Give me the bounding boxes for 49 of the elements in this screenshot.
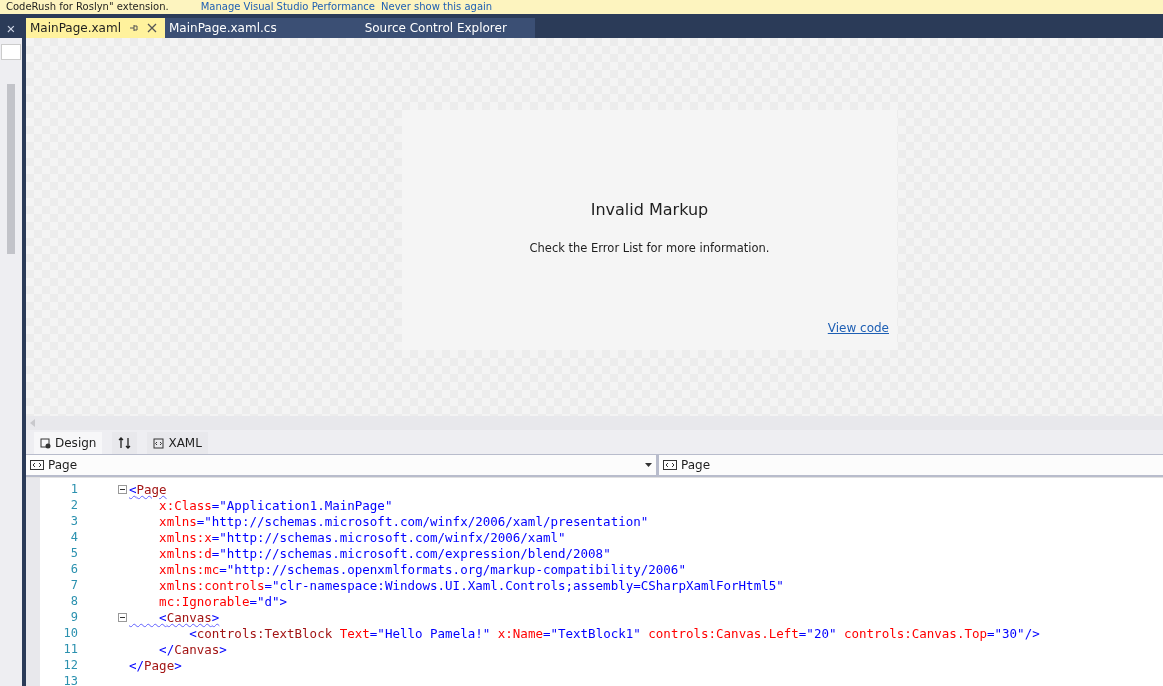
- error-title: Invalid Markup: [590, 200, 709, 219]
- document-tab[interactable]: Source Control Explorer: [304, 18, 535, 38]
- code-icon: [663, 460, 677, 470]
- code-line: </Canvas>: [158, 641, 227, 657]
- info-message: CodeRush for Roslyn" extension.: [6, 1, 169, 13]
- code-line: xmlns:x="http://schemas.microsoft.com/winfx/2006/xaml": [158, 529, 566, 545]
- code-line: mc:Ignorable="d">: [158, 593, 288, 609]
- code-icon: [30, 460, 44, 470]
- document-tab[interactable]: MainPage.xaml.cs: [165, 18, 305, 38]
- code-line: xmlns:controls="clr-namespace:Windows.UI.Xaml.Controls;assembly=CSharpXamlForHtml5": [158, 577, 784, 593]
- error-message: Check the Error List for more information.: [529, 241, 770, 255]
- code-icon: [153, 437, 165, 449]
- line-number: 12: [62, 658, 78, 672]
- line-number: 9: [69, 610, 78, 624]
- view-tab[interactable]: XAML: [147, 432, 208, 454]
- collapse-icon[interactable]: [118, 612, 127, 622]
- line-number: 7: [69, 578, 78, 592]
- caret-icon: [645, 463, 652, 467]
- line-number: 11: [62, 642, 78, 656]
- design-icon: [40, 437, 51, 449]
- line-number: 1: [69, 482, 78, 496]
- line-number: 2: [69, 498, 78, 512]
- code-line: xmlns:d="http://schemas.microsoft.com/expression/blend/2008": [158, 545, 611, 561]
- scrollbar-thumb[interactable]: [7, 84, 15, 254]
- line-number: 4: [69, 530, 78, 544]
- info-link[interactable]: Manage Visual Studio Performance: [200, 1, 375, 13]
- code-line: <controls:TextBlock Text="Hello Pamela!" x:Name="TextBlock1" controls:Canvas.Left="20" controls:Canvas.Top="30"/>: [188, 625, 1040, 641]
- document-tab[interactable]: MainPage.xaml: [26, 18, 165, 38]
- collapse-icon[interactable]: [118, 484, 127, 494]
- line-number: 10: [62, 626, 78, 640]
- info-link[interactable]: Never show this again: [381, 1, 493, 13]
- swap-icon: [118, 437, 132, 449]
- code-line: <Page: [129, 481, 167, 497]
- code-line: <Canvas>: [158, 609, 220, 625]
- line-number: 8: [69, 594, 78, 608]
- code-line: xmlns="http://schemas.microsoft.com/winfx/2006/xaml/presentation": [158, 513, 649, 529]
- code-line: </Page>: [129, 657, 182, 673]
- line-number: 6: [69, 562, 78, 576]
- line-number: 3: [69, 514, 78, 528]
- element-dropdown[interactable]: Page: [659, 455, 1163, 475]
- line-number: 13: [62, 674, 78, 686]
- swap-panes-button[interactable]: [112, 432, 138, 454]
- view-tab[interactable]: Design: [34, 432, 103, 454]
- line-number: 5: [69, 546, 78, 560]
- pin-icon[interactable]: [129, 23, 139, 33]
- code-line: x:Class="Application1.MainPage": [158, 497, 393, 513]
- view-code-link[interactable]: View code: [827, 321, 889, 335]
- code-line: xmlns:mc="http://schemas.openxmlformats.org/markup-compatibility/2006": [158, 561, 686, 577]
- close-icon[interactable]: [147, 23, 157, 33]
